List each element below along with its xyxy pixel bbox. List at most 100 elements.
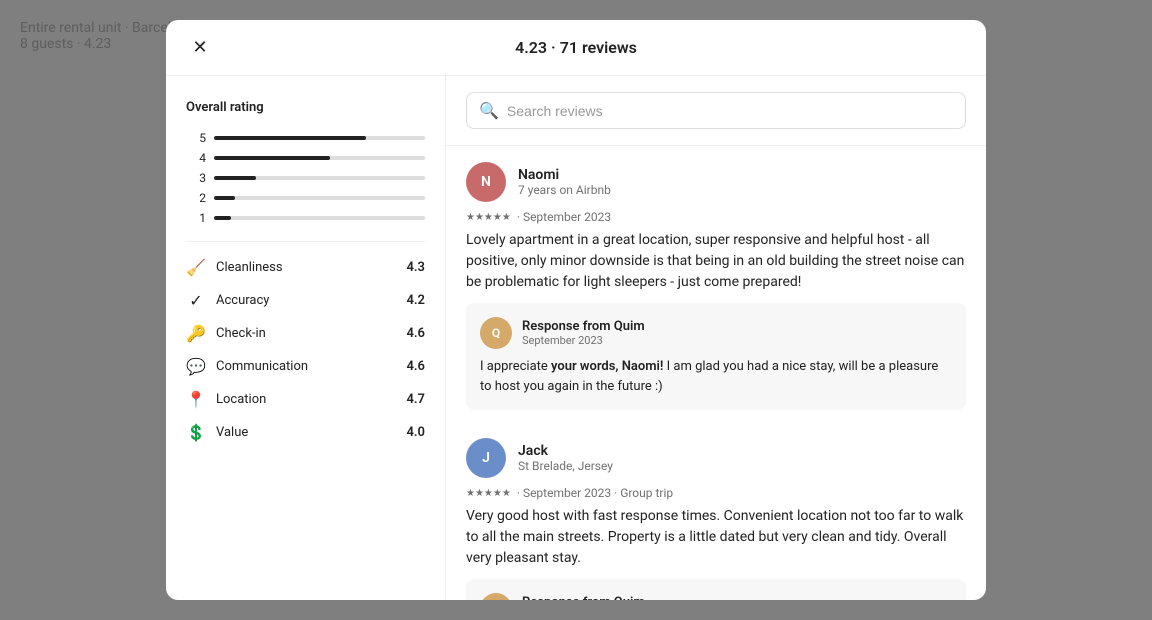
bar-row: 1 — [186, 211, 425, 225]
response-avatar: Q — [480, 317, 512, 349]
category-score: 4.6 — [406, 359, 425, 374]
host-response: Q Response from Quim September 2023 I ap… — [466, 303, 966, 410]
bar-row: 3 — [186, 171, 425, 185]
bar-track — [214, 176, 425, 180]
reviews-modal: ✕ 4.23 · 71 reviews Overall rating 5 4 3 — [166, 20, 986, 600]
category-icon: 💬 — [186, 357, 206, 376]
response-name: Response from Quim — [522, 319, 952, 334]
close-icon: ✕ — [192, 37, 207, 58]
bar-label: 4 — [186, 151, 206, 165]
bar-fill — [214, 156, 330, 160]
bar-label: 3 — [186, 171, 206, 185]
bar-fill — [214, 216, 231, 220]
reviewer-info: Naomi 7 years on Airbnb — [518, 167, 966, 197]
category-name: Value — [216, 425, 248, 440]
category-name: Accuracy — [216, 293, 269, 308]
bar-label: 2 — [186, 191, 206, 205]
search-bar: 🔍 — [446, 76, 986, 146]
modal-overlay: ✕ 4.23 · 71 reviews Overall rating 5 4 3 — [0, 0, 1152, 620]
bar-fill — [214, 176, 256, 180]
category-left: 🧹 Cleanliness — [186, 258, 283, 277]
reviews-list: N Naomi 7 years on Airbnb ★★★★★ · Septem… — [446, 146, 986, 600]
search-icon: 🔍 — [479, 101, 499, 120]
bar-row: 4 — [186, 151, 425, 165]
category-name: Communication — [216, 359, 308, 374]
category-score: 4.0 — [406, 425, 425, 440]
bar-track — [214, 136, 425, 140]
avatar: J — [466, 438, 506, 478]
category-score: 4.6 — [406, 326, 425, 341]
category-icon: 📍 — [186, 390, 206, 409]
review-meta: ★★★★★ · September 2023 — [466, 210, 966, 224]
overall-rating-label: Overall rating — [186, 100, 425, 115]
category-name: Cleanliness — [216, 260, 283, 275]
response-header: Q Response from Quim September 2023 — [480, 317, 952, 349]
category-name: Location — [216, 392, 266, 407]
reviewer-meta: 7 years on Airbnb — [518, 183, 966, 197]
category-score: 4.2 — [406, 293, 425, 308]
response-name: Response from Quim — [522, 595, 952, 600]
category-icon: 💲 — [186, 423, 206, 442]
category-left: 📍 Location — [186, 390, 266, 409]
review-item: J Jack St Brelade, Jersey ★★★★★ · Septem… — [466, 438, 966, 600]
review-item: N Naomi 7 years on Airbnb ★★★★★ · Septem… — [466, 162, 966, 410]
rating-bars: 5 4 3 2 1 — [186, 131, 425, 225]
star-rating: ★★★★★ — [466, 212, 511, 223]
divider — [186, 241, 425, 242]
search-input[interactable] — [507, 103, 953, 119]
category-row: 📍 Location 4.7 — [186, 390, 425, 409]
reviewer-header: N Naomi 7 years on Airbnb — [466, 162, 966, 202]
category-icon: 🔑 — [186, 324, 206, 343]
modal-header: ✕ 4.23 · 71 reviews — [166, 20, 986, 76]
star-rating: ★★★★★ — [466, 488, 511, 499]
bar-fill — [214, 136, 366, 140]
review-meta: ★★★★★ · September 2023 · Group trip — [466, 486, 966, 500]
reviewer-info: Jack St Brelade, Jersey — [518, 443, 966, 473]
modal-title: 4.23 · 71 reviews — [515, 38, 637, 57]
modal-body: Overall rating 5 4 3 2 1 — [166, 76, 986, 600]
response-highlight: your words, Naomi! — [551, 359, 663, 374]
search-wrapper: 🔍 — [466, 92, 966, 129]
reviews-panel: 🔍 N Naomi 7 years on Airbnb ★★★★★ · Sept… — [446, 76, 986, 600]
bar-fill — [214, 196, 235, 200]
category-score: 4.3 — [406, 260, 425, 275]
response-header: Q Response from Quim September 2023 — [480, 593, 952, 600]
category-left: 💲 Value — [186, 423, 248, 442]
reviewer-name: Jack — [518, 443, 966, 459]
bar-label: 1 — [186, 211, 206, 225]
response-info: Response from Quim September 2023 — [522, 595, 952, 600]
category-name: Check-in — [216, 326, 266, 341]
bar-label: 5 — [186, 131, 206, 145]
category-left: ✓ Accuracy — [186, 291, 269, 310]
bar-row: 2 — [186, 191, 425, 205]
category-row: 🧹 Cleanliness 4.3 — [186, 258, 425, 277]
bar-row: 5 — [186, 131, 425, 145]
host-response: Q Response from Quim September 2023 I re… — [466, 579, 966, 600]
reviewer-meta: St Brelade, Jersey — [518, 459, 966, 473]
response-avatar: Q — [480, 593, 512, 600]
category-row: 💲 Value 4.0 — [186, 423, 425, 442]
response-date: September 2023 — [522, 334, 952, 347]
review-text: Very good host with fast response times.… — [466, 506, 966, 569]
category-icon: 🧹 — [186, 258, 206, 277]
close-button[interactable]: ✕ — [184, 32, 216, 64]
response-info: Response from Quim September 2023 — [522, 319, 952, 347]
reviewer-header: J Jack St Brelade, Jersey — [466, 438, 966, 478]
review-date: · September 2023 · Group trip — [517, 486, 673, 500]
bar-track — [214, 196, 425, 200]
category-ratings: 🧹 Cleanliness 4.3 ✓ Accuracy 4.2 🔑 Check… — [186, 258, 425, 442]
category-row: 🔑 Check-in 4.6 — [186, 324, 425, 343]
review-date: · September 2023 — [517, 210, 611, 224]
reviewer-name: Naomi — [518, 167, 966, 183]
review-text: Lovely apartment in a great location, su… — [466, 230, 966, 293]
category-score: 4.7 — [406, 392, 425, 407]
category-row: 💬 Communication 4.6 — [186, 357, 425, 376]
category-icon: ✓ — [186, 291, 206, 310]
avatar: N — [466, 162, 506, 202]
category-row: ✓ Accuracy 4.2 — [186, 291, 425, 310]
response-text: I appreciate your words, Naomi! I am gla… — [480, 357, 952, 396]
category-left: 💬 Communication — [186, 357, 308, 376]
bar-track — [214, 216, 425, 220]
category-left: 🔑 Check-in — [186, 324, 266, 343]
rating-panel: Overall rating 5 4 3 2 1 — [166, 76, 446, 600]
